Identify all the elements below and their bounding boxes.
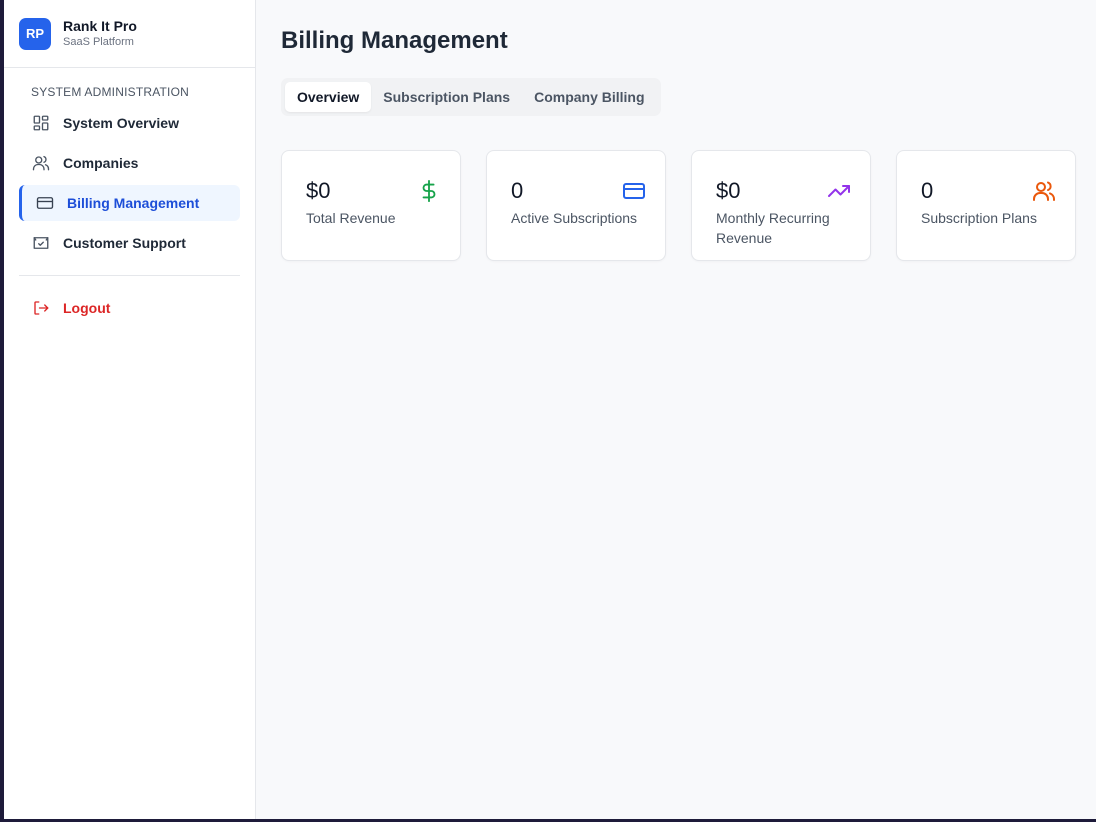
tab-overview[interactable]: Overview xyxy=(285,82,372,112)
app-subtitle: SaaS Platform xyxy=(63,36,134,48)
sidebar-item-label: Billing Management xyxy=(67,195,200,211)
brand: RP Rank It Pro SaaS Platform xyxy=(4,0,255,68)
sidebar-item-companies[interactable]: Companies xyxy=(19,145,240,181)
stat-card-subscription-plans: 0 Subscription Plans xyxy=(896,150,1076,261)
sidebar-nav: SYSTEM ADMINISTRATION System Overview Co… xyxy=(4,68,255,330)
trending-up-icon xyxy=(827,179,851,203)
app-window: RP Rank It Pro SaaS Platform SYSTEM ADMI… xyxy=(4,0,1096,819)
dollar-icon xyxy=(417,179,441,203)
logout-button[interactable]: Logout xyxy=(19,290,240,326)
users-icon xyxy=(31,153,51,173)
main-content: Billing Management Overview Subscription… xyxy=(256,0,1096,819)
users-icon xyxy=(1032,179,1056,203)
stat-label: Active Subscriptions xyxy=(511,210,638,226)
stat-label: Monthly Recurring Revenue xyxy=(716,210,830,246)
sidebar-item-label: System Overview xyxy=(63,115,179,131)
tab-bar: Overview Subscription Plans Company Bill… xyxy=(281,78,661,116)
nav-divider xyxy=(19,275,240,276)
stat-label: Subscription Plans xyxy=(921,210,1037,226)
nav-section-label: SYSTEM ADMINISTRATION xyxy=(31,85,189,99)
brand-text: Rank It Pro SaaS Platform xyxy=(63,17,137,50)
sidebar-item-label: Companies xyxy=(63,155,139,171)
credit-card-icon xyxy=(35,193,55,213)
sidebar-item-label: Customer Support xyxy=(63,235,186,251)
support-ticket-icon xyxy=(31,233,51,253)
logout-icon xyxy=(31,298,51,318)
stats-cards: $0 Total Revenue 0 Active Subscriptions … xyxy=(281,150,1076,261)
app-name: Rank It Pro xyxy=(63,18,137,34)
sidebar-item-system-overview[interactable]: System Overview xyxy=(19,105,240,141)
stat-card-monthly-recurring-revenue: $0 Monthly Recurring Revenue xyxy=(691,150,871,261)
stat-label: Total Revenue xyxy=(306,210,396,226)
logout-label: Logout xyxy=(63,300,111,316)
app-logo: RP xyxy=(19,17,51,50)
sidebar: RP Rank It Pro SaaS Platform SYSTEM ADMI… xyxy=(4,0,256,819)
stat-card-active-subscriptions: 0 Active Subscriptions xyxy=(486,150,666,261)
tab-subscription-plans[interactable]: Subscription Plans xyxy=(371,82,522,112)
sidebar-item-customer-support[interactable]: Customer Support xyxy=(19,225,240,261)
stat-card-total-revenue: $0 Total Revenue xyxy=(281,150,461,261)
credit-card-icon xyxy=(622,179,646,203)
tab-company-billing[interactable]: Company Billing xyxy=(522,82,656,112)
sidebar-item-billing-management[interactable]: Billing Management xyxy=(19,185,240,221)
page-title: Billing Management xyxy=(281,27,508,54)
grid-icon xyxy=(31,113,51,133)
